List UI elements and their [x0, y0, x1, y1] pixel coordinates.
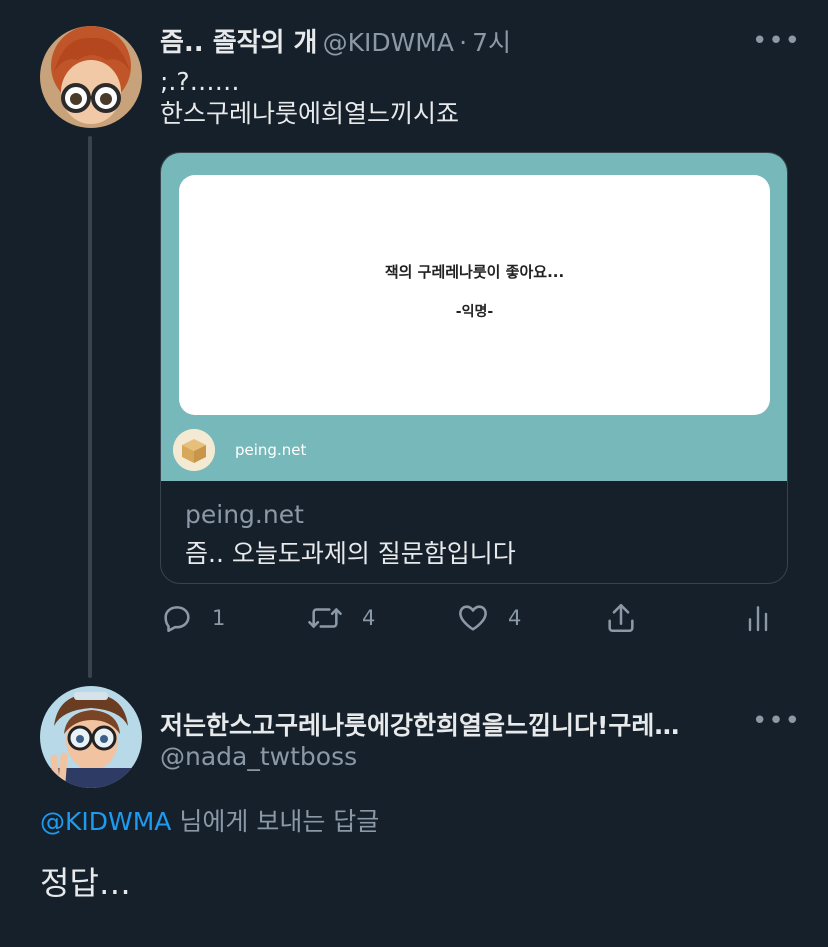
reply-icon: [164, 606, 190, 633]
question-signature: -익명-: [455, 304, 494, 320]
reply-display-name[interactable]: 저는한스고구레나룻에강한희열을느낍니다!구레…: [160, 706, 740, 742]
reply-count: 1: [212, 606, 226, 630]
link-card[interactable]: 잭의 구레레나룻이 좋아요... -익명- peing.net peing.ne…: [160, 152, 788, 584]
retweet-icon: [308, 608, 342, 628]
like-count: 4: [508, 606, 522, 630]
tweet-header: 즘.. 졸작의 개 @KIDWMA · 7시: [160, 22, 511, 58]
retweet-count: 4: [362, 606, 376, 630]
peing-site-label: peing.net: [235, 441, 307, 459]
reply-button[interactable]: 1: [160, 600, 225, 636]
user-handle[interactable]: @KIDWMA: [323, 28, 454, 57]
avatar[interactable]: [40, 26, 142, 128]
share-button[interactable]: [604, 600, 638, 636]
question-text: 잭의 구레레나룻이 좋아요...: [384, 263, 565, 281]
replying-to: @KIDWMA 님에게 보내는 답글: [40, 802, 379, 838]
more-icon[interactable]: •••: [752, 26, 801, 56]
card-title: 즘.. 오늘도과제의 질문함입니다: [185, 539, 516, 568]
share-icon: [608, 603, 634, 633]
reply-more-icon[interactable]: •••: [752, 706, 801, 736]
like-icon: [459, 605, 487, 631]
reply-handle[interactable]: @nada_twtboss: [160, 742, 357, 771]
tweet-text-line-2: 한스구레나룻에희열느끼시죠: [160, 99, 460, 128]
card-domain: peing.net: [185, 500, 304, 529]
tweet-text-line-1: ;.?……: [160, 67, 240, 96]
reply-text: 정답…: [40, 864, 131, 902]
timestamp[interactable]: 7시: [472, 28, 511, 57]
analytics-button[interactable]: [742, 600, 774, 636]
display-name[interactable]: 즘.. 졸작의 개: [160, 28, 317, 58]
reply-to-label: 님에게 보내는 답글: [171, 807, 380, 836]
thread-connector: [88, 136, 92, 678]
retweet-button[interactable]: 4: [306, 600, 375, 636]
card-image: 잭의 구레레나룻이 좋아요... -익명- peing.net: [161, 153, 787, 481]
reply-mention-link[interactable]: @KIDWMA: [40, 807, 171, 836]
analytics-icon: [748, 606, 768, 632]
reply-avatar[interactable]: [40, 686, 142, 788]
question-card: 잭의 구레레나룻이 좋아요... -익명-: [179, 175, 770, 415]
box-icon: [173, 429, 215, 471]
like-button[interactable]: 4: [456, 600, 521, 636]
time-separator: ·: [459, 28, 468, 57]
